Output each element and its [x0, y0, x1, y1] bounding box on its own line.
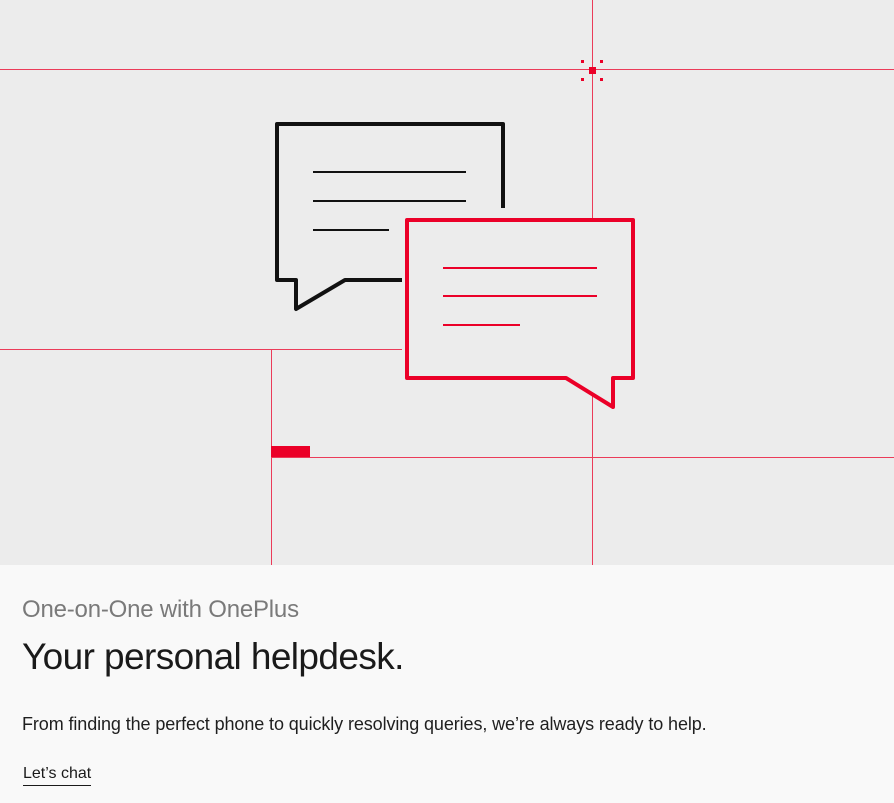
helpdesk-content: One-on-One with OnePlus Your personal he…	[0, 565, 894, 803]
accent-bar	[271, 446, 310, 457]
helpdesk-card: One-on-One with OnePlus Your personal he…	[0, 0, 894, 803]
eyebrow-text: One-on-One with OnePlus	[22, 596, 299, 623]
hero-illustration	[0, 0, 894, 565]
section-description: From finding the perfect phone to quickl…	[22, 714, 707, 734]
lets-chat-link[interactable]: Let’s chat	[23, 764, 92, 786]
hero-illustration-svg	[0, 0, 894, 565]
chat-bubble-icon	[405, 218, 635, 409]
section-title: Your personal helpdesk.	[22, 636, 404, 677]
